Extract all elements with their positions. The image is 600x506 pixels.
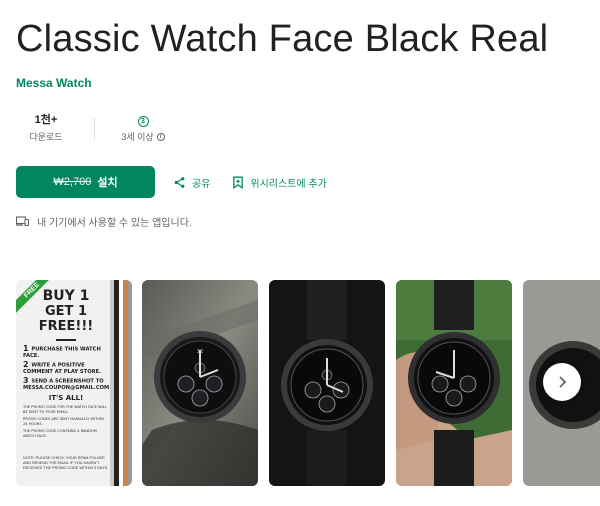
- install-button[interactable]: ₩2,700 설치: [16, 166, 155, 198]
- gallery-next-button[interactable]: [543, 363, 581, 401]
- promo-step-1: 1 PURCHASE THIS WATCH FACE.: [23, 344, 101, 359]
- content-rating-stat[interactable]: 3 3세 이상 i: [113, 112, 173, 143]
- info-icon[interactable]: i: [156, 132, 165, 141]
- watch-photo-2: [269, 280, 385, 486]
- stat-divider: [94, 118, 95, 140]
- screenshot-promo[interactable]: FREE BUY 1 GET 1 FREE!!! 1 PURCHASE THIS…: [16, 280, 132, 486]
- promo-headline-1: BUY 1: [42, 288, 90, 304]
- screenshot-watch-1[interactable]: 12: [142, 280, 258, 486]
- chevron-right-icon: [559, 376, 567, 388]
- downloads-value: 1천+: [34, 114, 58, 126]
- downloads-stat: 1천+ 다운로드: [16, 112, 76, 143]
- promo-step-2: 2 WRITE A POSITIVE COMMENT AT PLAY STORE…: [23, 360, 102, 375]
- device-availability: 내 기기에서 사용할 수 있는 앱입니다.: [16, 214, 192, 229]
- watch-photo-3: [396, 280, 512, 486]
- price-label: ₩2,700: [53, 176, 92, 188]
- content-rating-label: 3세 이상: [121, 132, 154, 142]
- screenshot-watch-2[interactable]: [269, 280, 385, 486]
- bookmark-add-icon: [233, 176, 244, 189]
- promo-note: NOTE: PLEASE CHECK YOUR SPAM FOLDER AND …: [23, 456, 109, 470]
- promo-content: BUY 1 GET 1 FREE!!! 1 PURCHASE THIS WATC…: [23, 288, 109, 442]
- promo-fine-print-3: THE PROMO CODE CONTAINS A RANDOM WATCH F…: [23, 429, 97, 439]
- screenshot-gallery: FREE BUY 1 GET 1 FREE!!! 1 PURCHASE THIS…: [16, 280, 600, 486]
- app-title: Classic Watch Face Black Real: [16, 18, 549, 60]
- developer-link[interactable]: Messa Watch: [16, 76, 92, 90]
- screenshot-watch-3[interactable]: [396, 280, 512, 486]
- promo-fine-print-1: THE PROMO CODE FOR THE WATCH FACE WILL B…: [23, 405, 107, 414]
- install-label: 설치: [97, 177, 118, 189]
- wishlist-label: 위시리스트에 추가: [250, 178, 327, 190]
- content-rating-badge-icon: 3: [137, 116, 149, 127]
- promo-all-set: IT'S ALL!: [48, 394, 84, 403]
- promo-rule: [56, 339, 76, 341]
- promo-fine-print-2: PROMO CODES ARE SENT MANUALLY WITHIN 24 …: [23, 417, 104, 426]
- watch-photo-1: 12: [142, 280, 258, 486]
- promo-stripes: [110, 280, 132, 486]
- share-label: 공유: [192, 178, 211, 190]
- action-row: ₩2,700 설치 공유 위시리스트에 추가: [16, 166, 327, 198]
- share-icon: [174, 176, 185, 188]
- svg-text:12: 12: [197, 349, 203, 355]
- device-note-text: 내 기기에서 사용할 수 있는 앱입니다.: [37, 218, 192, 229]
- stats-row: 1천+ 다운로드 3 3세 이상 i: [16, 112, 173, 143]
- promo-step-3: 3 SEND A SCREENSHOT TO MESSA.COUPON@GMAI…: [23, 376, 110, 391]
- downloads-label: 다운로드: [29, 132, 63, 142]
- devices-icon: [16, 216, 29, 227]
- wishlist-button[interactable]: 위시리스트에 추가: [232, 175, 327, 190]
- share-button[interactable]: 공유: [173, 175, 210, 190]
- promo-headline-2: GET 1 FREE!!!: [38, 304, 94, 334]
